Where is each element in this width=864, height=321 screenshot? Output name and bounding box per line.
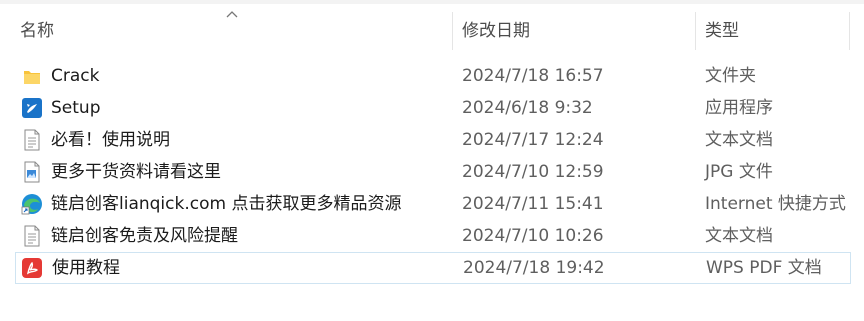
file-type: Internet 快捷方式 xyxy=(705,194,846,214)
file-name: 更多干货资料请看这里 xyxy=(51,162,221,182)
file-type: JPG 文件 xyxy=(705,162,773,182)
column-header-name[interactable]: 名称 xyxy=(20,6,54,54)
file-type: 应用程序 xyxy=(705,98,773,118)
file-row-disclaimer[interactable]: 链启创客免责及风险提醒 2024/7/10 10:26 文本文档 xyxy=(15,220,851,252)
column-divider[interactable] xyxy=(849,12,850,50)
file-modified-date: 2024/7/11 15:41 xyxy=(462,194,604,214)
file-type: WPS PDF 文档 xyxy=(706,258,822,278)
file-row-setup[interactable]: Setup 2024/6/18 9:32 应用程序 xyxy=(15,92,851,124)
file-name: 必看！使用说明 xyxy=(51,130,170,150)
toolbar-edge xyxy=(0,0,864,4)
text-document-icon xyxy=(24,225,40,247)
column-header-type[interactable]: 类型 xyxy=(705,6,739,54)
column-divider[interactable] xyxy=(452,12,453,50)
column-divider[interactable] xyxy=(695,12,696,50)
file-type: 文件夹 xyxy=(705,66,756,86)
file-name: Crack xyxy=(51,66,100,86)
text-document-icon xyxy=(24,129,40,151)
file-name: 链启创客免责及风险提醒 xyxy=(51,226,238,246)
file-modified-date: 2024/6/18 9:32 xyxy=(462,98,593,118)
wps-pdf-icon xyxy=(22,258,42,278)
file-modified-date: 2024/7/10 10:26 xyxy=(462,226,604,246)
file-type: 文本文档 xyxy=(705,130,773,150)
file-row-shortcut[interactable]: 链启创客lianqick.com 点击获取更多精品资源 2024/7/11 15… xyxy=(15,188,851,220)
column-header-bar: 名称 修改日期 类型 xyxy=(0,6,864,54)
file-modified-date: 2024/7/17 12:24 xyxy=(462,130,604,150)
file-modified-date: 2024/7/10 12:59 xyxy=(462,162,604,182)
file-row-readme[interactable]: 必看！使用说明 2024/7/17 12:24 文本文档 xyxy=(15,124,851,156)
edge-shortcut-icon xyxy=(21,194,42,215)
file-type: 文本文档 xyxy=(705,226,773,246)
file-name: 使用教程 xyxy=(52,258,120,278)
app-icon xyxy=(22,98,42,118)
file-row-crack[interactable]: Crack 2024/7/18 16:57 文件夹 xyxy=(15,60,851,92)
image-file-icon xyxy=(24,161,40,183)
file-row-image[interactable]: 更多干货资料请看这里 2024/7/10 12:59 JPG 文件 xyxy=(15,156,851,188)
file-modified-date: 2024/7/18 19:42 xyxy=(463,258,605,278)
file-name: 链启创客lianqick.com 点击获取更多精品资源 xyxy=(51,194,402,214)
file-name: Setup xyxy=(51,98,101,118)
file-row-tutorial[interactable]: 使用教程 2024/7/18 19:42 WPS PDF 文档 xyxy=(15,252,851,284)
file-explorer: 名称 修改日期 类型 Crack 2024/7/18 16:57 文件夹 Set… xyxy=(0,0,864,321)
column-header-date[interactable]: 修改日期 xyxy=(462,6,530,54)
folder-icon xyxy=(24,71,40,84)
file-modified-date: 2024/7/18 16:57 xyxy=(462,66,604,86)
sort-ascending-icon[interactable] xyxy=(226,10,238,18)
